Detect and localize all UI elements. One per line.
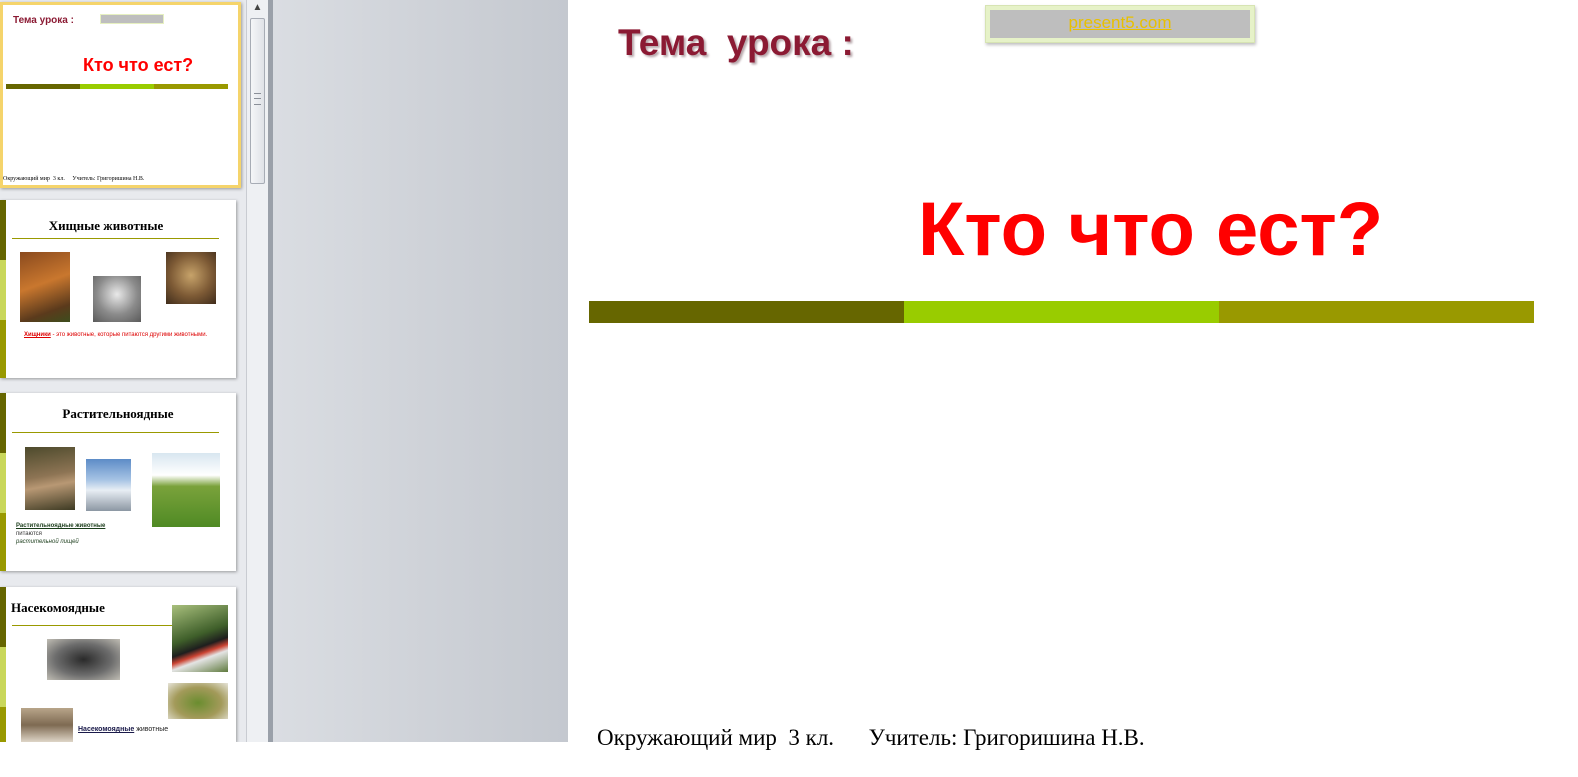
thumb2-title-underline <box>12 238 219 239</box>
thumb4-side-stripe <box>0 587 6 742</box>
thumb1-banner <box>100 14 164 24</box>
present5-link[interactable]: present5.com <box>986 13 1254 33</box>
slide-title: Кто что ест? <box>918 187 1384 272</box>
slide-thumbnail-3[interactable]: Растительноядные Растительноядные животн… <box>0 393 236 571</box>
footer-spacer <box>834 725 869 750</box>
footer-subject: Окружающий мир 3 кл. <box>597 725 835 750</box>
slide-thumbnail-1[interactable]: Тема урока : Кто что ест? Окружающий мир… <box>0 2 241 188</box>
slide-color-bar <box>589 301 1534 323</box>
thumb2-caption-text: - это животные, которые питаются другими… <box>52 332 208 338</box>
woodpecker-image <box>172 605 228 672</box>
thumb1-title: Кто что ест? <box>83 55 194 75</box>
farm-animals-image <box>152 453 220 527</box>
thumb3-caption-line2: растительной пищей <box>16 539 79 545</box>
scroll-up-arrow-icon[interactable]: ▲ <box>250 0 265 16</box>
frog-image <box>168 683 228 719</box>
thumb2-caption-link: Хищники <box>24 332 51 338</box>
thumb4-title: Насекомоядные <box>11 600 105 615</box>
slide-topic: Тема урока : <box>618 22 854 63</box>
editor-background <box>268 0 568 742</box>
thumb2-caption: Хищники - это животные, которые питаются… <box>24 331 209 339</box>
thumb3-title-underline <box>12 432 219 433</box>
thumb4-caption-link: Насекомоядные <box>78 726 135 733</box>
thumb1-topic: Тема урока : <box>13 15 74 26</box>
scrollbar-thumb[interactable] <box>250 18 265 184</box>
slide-thumbnail-4[interactable]: Насекомоядные Насекомоядные животные <box>0 587 236 742</box>
thumb4-title-underline <box>12 625 172 626</box>
present5-banner[interactable]: present5.com <box>985 5 1255 43</box>
scroll-grip-icon <box>254 93 261 105</box>
thumb4-caption-text: животные <box>136 726 169 733</box>
color-bar-segment-dark-olive <box>589 301 904 323</box>
thumb2-title: Хищные животные <box>48 218 164 233</box>
mole-image <box>47 639 120 680</box>
color-bar-segment-olive <box>1219 301 1534 323</box>
slides-thumbnail-panel: Тема урока : Кто что ест? Окружающий мир… <box>0 0 246 742</box>
thumbnail-scrollbar[interactable]: ▲ <box>246 0 268 742</box>
color-bar-segment-green <box>904 301 1219 323</box>
footer-teacher: Учитель: Григоришина Н.В. <box>868 725 1145 750</box>
thumb3-title: Растительноядные <box>62 406 174 421</box>
goat-image <box>86 459 131 511</box>
thumb1-color-bar <box>6 84 228 89</box>
owl-image <box>166 252 216 304</box>
slide-canvas[interactable]: Тема урока : present5.com Кто что ест? О… <box>568 0 1578 750</box>
thumb3-caption-link: Растительноядные животные <box>16 523 106 529</box>
hare-image <box>25 447 75 510</box>
thumb4-caption: Насекомоядные животные <box>78 726 168 733</box>
slide-footer: Окружающий мир 3 кл. Учитель: Григоришин… <box>574 699 1145 777</box>
bird-image <box>21 708 73 742</box>
thumb1-footer: Окружающий мир 3 кл. Учитель: Григоришин… <box>3 176 145 182</box>
slide-thumbnail-2[interactable]: Хищные животные Хищники - это животные, … <box>0 200 236 378</box>
thumb3-caption: Растительноядные животные питаются расти… <box>16 522 146 546</box>
fox-image <box>20 252 70 322</box>
wolf-image <box>93 276 141 322</box>
thumb3-caption-line1: питаются <box>16 531 42 537</box>
